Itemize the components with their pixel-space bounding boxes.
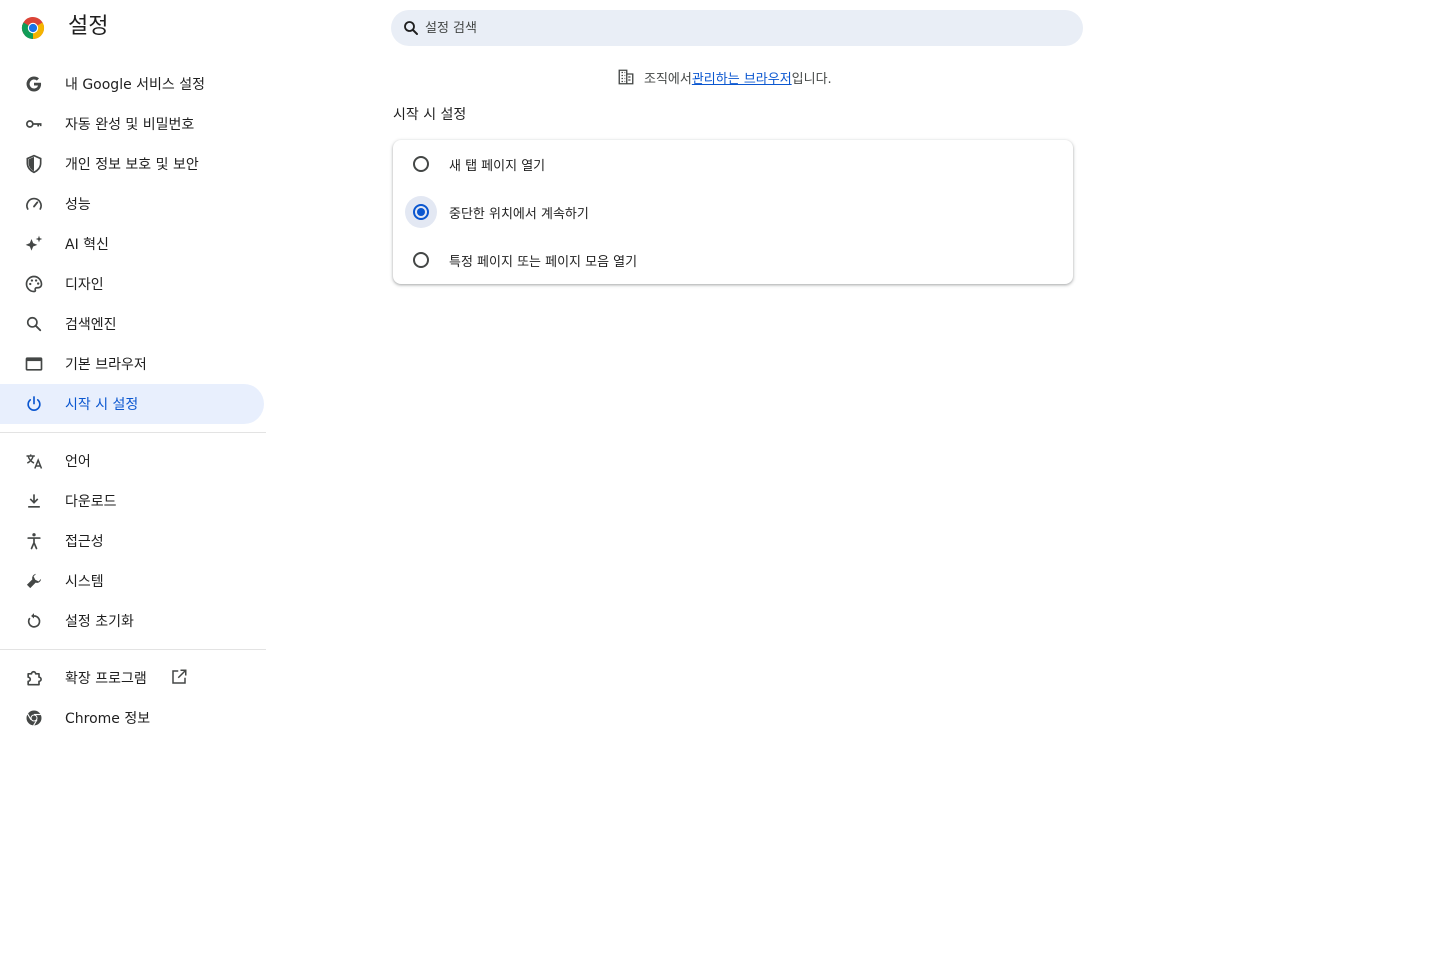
building-icon: [617, 68, 635, 86]
sidebar-item-accessibility[interactable]: 접근성: [0, 521, 264, 561]
radio-button-selected[interactable]: [413, 204, 429, 220]
chrome-logo-icon: [21, 16, 45, 40]
download-icon: [24, 491, 44, 511]
sidebar-item-label: 자동 완성 및 비밀번호: [65, 117, 195, 133]
sidebar: 내 Google 서비스 설정 자동 완성 및 비밀번호 개인 정보 보호 및 …: [0, 64, 266, 738]
sidebar-item-system[interactable]: 시스템: [0, 561, 264, 601]
key-icon: [24, 114, 44, 134]
chrome-icon: [24, 708, 44, 728]
sidebar-item-google-services[interactable]: 내 Google 서비스 설정: [0, 64, 264, 104]
sidebar-item-privacy[interactable]: 개인 정보 보호 및 보안: [0, 144, 264, 184]
search-icon: [402, 19, 420, 37]
sidebar-item-label: 개인 정보 보호 및 보안: [65, 157, 199, 173]
sidebar-item-search-engine[interactable]: 검색엔진: [0, 304, 264, 344]
sidebar-item-ai[interactable]: AI 혁신: [0, 224, 264, 264]
sidebar-item-languages[interactable]: 언어: [0, 441, 264, 481]
sparkle-icon: [24, 234, 44, 254]
shield-icon: [24, 154, 44, 174]
search-input[interactable]: [425, 20, 1025, 36]
sidebar-item-reset[interactable]: 설정 초기화: [0, 601, 264, 641]
sidebar-item-label: 디자인: [65, 277, 104, 293]
search-icon: [24, 314, 44, 334]
sidebar-item-label: 기본 브라우저: [65, 357, 147, 373]
sidebar-item-about-chrome[interactable]: Chrome 정보: [0, 698, 264, 738]
section-title: 시작 시 설정: [393, 107, 467, 123]
radio-label: 새 탭 페이지 열기: [449, 158, 546, 174]
google-g-icon: [24, 74, 44, 94]
sidebar-divider: [0, 432, 266, 433]
sidebar-item-label: 접근성: [65, 534, 104, 550]
radio-button[interactable]: [413, 252, 429, 268]
sidebar-item-extensions[interactable]: 확장 프로그램: [0, 658, 264, 698]
translate-icon: [24, 451, 44, 471]
sidebar-item-label: 확장 프로그램: [65, 671, 147, 687]
radio-option-new-tab[interactable]: 새 탭 페이지 열기: [393, 140, 1073, 188]
wrench-icon: [24, 571, 44, 591]
managed-text-prefix: 조직에서: [644, 71, 692, 87]
sidebar-item-label: Chrome 정보: [65, 711, 151, 727]
managed-text-suffix: 입니다.: [791, 71, 832, 87]
sidebar-item-label: 언어: [65, 454, 91, 470]
sidebar-item-label: 시스템: [65, 574, 104, 590]
radio-option-continue[interactable]: 중단한 위치에서 계속하기: [393, 188, 1073, 236]
sidebar-item-default-browser[interactable]: 기본 브라우저: [0, 344, 264, 384]
power-icon: [24, 394, 44, 414]
settings-app: 설정 내 Google 서비스 설정 자동 완성 및 비밀번호 개인 정보 보호…: [0, 0, 1440, 960]
sidebar-item-label: 성능: [65, 197, 91, 213]
sidebar-item-on-startup[interactable]: 시작 시 설정: [0, 384, 264, 424]
search-bar[interactable]: [391, 10, 1083, 46]
sidebar-item-autofill[interactable]: 자동 완성 및 비밀번호: [0, 104, 264, 144]
sidebar-item-label: 검색엔진: [65, 317, 117, 333]
sidebar-item-label: AI 혁신: [65, 237, 109, 253]
radio-label: 특정 페이지 또는 페이지 모음 열기: [449, 254, 638, 270]
sidebar-item-label: 설정 초기화: [65, 614, 134, 630]
reset-icon: [24, 611, 44, 631]
sidebar-item-label: 내 Google 서비스 설정: [65, 77, 205, 93]
radio-option-specific-pages[interactable]: 특정 페이지 또는 페이지 모음 열기: [393, 236, 1073, 284]
startup-options-card: 새 탭 페이지 열기 중단한 위치에서 계속하기 특정 페이지 또는 페이지 모…: [393, 140, 1073, 284]
sidebar-divider: [0, 649, 266, 650]
managed-browser-notice: 조직에서 관리하는 브라우저 입니다.: [617, 67, 832, 87]
sidebar-item-label: 시작 시 설정: [65, 397, 139, 413]
accessibility-icon: [24, 531, 44, 551]
page-title: 설정: [68, 14, 109, 39]
managed-browser-link[interactable]: 관리하는 브라우저: [692, 68, 792, 87]
sidebar-item-label: 다운로드: [65, 494, 117, 510]
puzzle-icon: [24, 668, 44, 688]
browser-window-icon: [24, 354, 44, 374]
sidebar-item-downloads[interactable]: 다운로드: [0, 481, 264, 521]
palette-icon: [24, 274, 44, 294]
speedometer-icon: [24, 194, 44, 214]
external-link-icon: [170, 668, 188, 686]
radio-button[interactable]: [413, 156, 429, 172]
sidebar-item-appearance[interactable]: 디자인: [0, 264, 264, 304]
sidebar-item-performance[interactable]: 성능: [0, 184, 264, 224]
radio-label: 중단한 위치에서 계속하기: [449, 206, 589, 222]
